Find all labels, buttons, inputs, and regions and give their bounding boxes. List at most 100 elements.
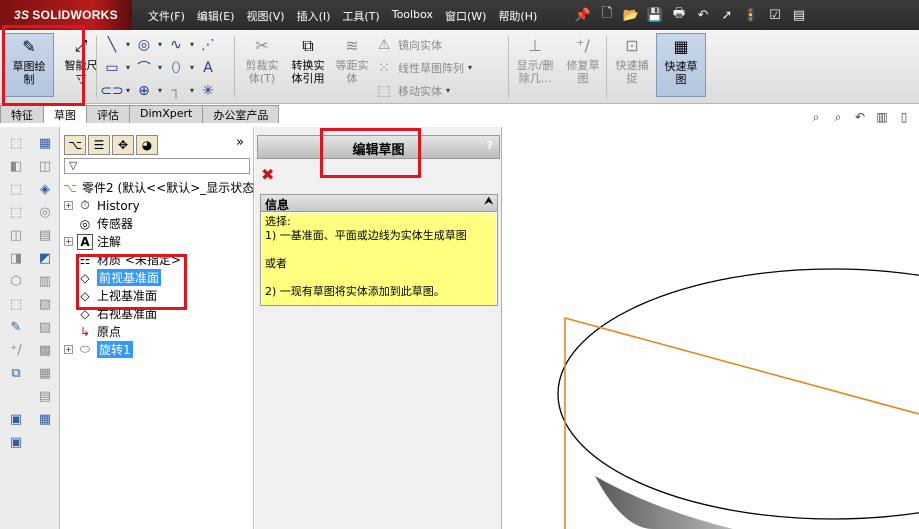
tree-item-material[interactable]: ☷ 材质 <未指定> [77, 251, 181, 268]
weld-icon[interactable]: ▦ [34, 363, 56, 383]
grid-table-icon[interactable]: ▦ [34, 409, 56, 429]
menu-tools[interactable]: 工具(T) [336, 0, 385, 30]
fillet-icon[interactable]: ┐ [166, 81, 186, 101]
layer2-icon[interactable]: ▣ [5, 432, 27, 452]
view-icon[interactable]: ◫ [34, 156, 56, 176]
ellipse-icon[interactable]: ⬯ [166, 58, 186, 78]
relations-tool-icon[interactable]: ⧉ [5, 363, 27, 383]
offset-entities-button[interactable]: ≋ 等距实 体 [327, 33, 377, 97]
menu-toolbox[interactable]: Toolbox [386, 0, 439, 30]
table-icon[interactable]: ▦ [34, 133, 56, 153]
config-tab-icon[interactable]: ✥ [112, 135, 134, 155]
boundary-icon[interactable]: ◫ [5, 225, 27, 245]
options-icon[interactable]: ☑ [764, 4, 786, 26]
grid-icon[interactable]: ⋰ [198, 35, 218, 55]
previous-view-icon[interactable]: ↶ [851, 108, 869, 126]
section-icon[interactable]: ▥ [34, 271, 56, 291]
tree-item-origin[interactable]: ↳ 原点 [77, 323, 121, 340]
property-tab-icon[interactable]: ☰ [88, 135, 110, 155]
quick-snaps-button[interactable]: ⊡ 快速捕 捉 [607, 33, 657, 97]
arc-icon[interactable]: ⌒ [134, 58, 154, 78]
menu-insert[interactable]: 插入(I) [291, 0, 337, 30]
reference-icon[interactable]: ◩ [34, 248, 56, 268]
zoom-to-fit-icon[interactable]: ⌕ [807, 108, 825, 126]
loft-icon[interactable]: ⬚ [5, 202, 27, 222]
tab-evaluate[interactable]: 评估 [86, 105, 130, 123]
tree-item-front-plane[interactable]: ◇ 前视基准面 [77, 269, 162, 286]
zoom-area-icon[interactable]: ⌕ [829, 108, 847, 126]
print-icon[interactable]: 🖶 [668, 4, 690, 26]
cancel-icon[interactable]: ✖ [261, 165, 274, 184]
menu-window[interactable]: 窗口(W) [439, 0, 492, 30]
linear-pattern-button[interactable]: ⁙ 线性草图阵列 ▾ [374, 56, 472, 79]
line-icon[interactable]: ╲ [102, 35, 122, 55]
surface-icon[interactable]: ▤ [34, 386, 56, 406]
rectangle-icon[interactable]: ▭ [102, 58, 122, 78]
expand-icon[interactable]: + [64, 237, 73, 246]
tree-item-sensors[interactable]: ◎ 传感器 [77, 215, 133, 232]
tree-item-history[interactable]: + ⏱ History [64, 197, 140, 214]
polygon-icon[interactable]: ⊕ [134, 81, 154, 101]
sheetmetal-icon[interactable]: ▩ [34, 340, 56, 360]
pin-icon[interactable]: 📌 [572, 4, 594, 26]
slot-icon[interactable]: ⊂⊃ [100, 81, 123, 101]
view-orientation-icon[interactable]: ▯ [895, 108, 913, 126]
text-icon[interactable]: A [198, 58, 218, 78]
mold-icon[interactable]: ▨ [34, 317, 56, 337]
layer-icon[interactable]: ▣ [5, 409, 27, 429]
convert-entities-button[interactable]: ⧉ 转换实 体引用 [283, 33, 333, 97]
info-header[interactable]: 信息 ⮝ [261, 195, 497, 212]
tree-item-top-plane[interactable]: ◇ 上视基准面 [77, 287, 157, 304]
scene-icon[interactable]: ◎ [34, 202, 56, 222]
circle-icon[interactable]: ◎ [134, 35, 154, 55]
display-delete-relations-button[interactable]: ⊥ 显示/删 除几... [510, 33, 560, 97]
trim-entities-button[interactable]: ✂ 剪裁实 体(T) [237, 33, 287, 97]
help-icon[interactable]: ? [487, 139, 493, 152]
sweep-icon[interactable]: ⬚ [5, 179, 27, 199]
move-entities-button[interactable]: ⬚ 移动实体 ▾ [374, 79, 472, 102]
revolve-icon[interactable]: ◧ [5, 156, 27, 176]
appearance-icon[interactable]: ◈ [34, 179, 56, 199]
open-icon[interactable]: 📂 [620, 4, 642, 26]
spline-icon[interactable]: ∿ [166, 35, 186, 55]
expand-icon[interactable]: + [64, 201, 73, 210]
tree-item-right-plane[interactable]: ◇ 右视基准面 [77, 305, 157, 322]
extrude-icon[interactable]: ⬚ [5, 133, 27, 153]
tab-dimxpert[interactable]: DimXpert [129, 105, 204, 123]
dimension-tool-icon[interactable]: ⁺∕ [5, 340, 27, 360]
section-view-icon[interactable]: ▥ [873, 108, 891, 126]
rapid-sketch-button[interactable]: ▦ 快速草 图 [656, 33, 706, 97]
save-icon[interactable]: 💾 [644, 4, 666, 26]
tree-item-annotations[interactable]: + A 注解 [64, 233, 121, 250]
point-icon[interactable]: ✳ [198, 81, 218, 101]
tree-filter-input[interactable]: ▽ [64, 158, 250, 174]
menu-view[interactable]: 视图(V) [240, 0, 290, 30]
undo-icon[interactable]: ↶ [692, 4, 714, 26]
collapse-icon[interactable]: ⮝ [485, 196, 494, 207]
tab-features[interactable]: 特征 [0, 105, 44, 123]
curves-icon[interactable]: ▤ [34, 225, 56, 245]
shell-icon[interactable]: ⬡ [5, 271, 27, 291]
new-file-icon[interactable]: 🗋 [596, 4, 618, 26]
fillet-feature-icon[interactable]: ⬚ [5, 294, 27, 314]
feature-tree-tab-icon[interactable]: ⌥ [64, 135, 86, 155]
select-icon[interactable]: ➚ [716, 4, 738, 26]
menu-help[interactable]: 帮助(H) [492, 0, 543, 30]
cut-icon[interactable]: ◨ [5, 248, 27, 268]
repair-sketch-button[interactable]: ⁺∕ 修复草 图 [558, 33, 608, 97]
menu-edit[interactable]: 编辑(E) [191, 0, 241, 30]
customize-icon[interactable]: ▤ [788, 4, 810, 26]
mirror-entities-button[interactable]: ⚠ 镜向实体 [374, 33, 472, 56]
tree-item-revolve1[interactable]: + ⬭ 旋转1 [64, 341, 133, 358]
tab-office-products[interactable]: 办公室产品 [202, 105, 280, 123]
graphics-area[interactable]: ⌕ ⌕ ↶ ▥ ▯ [503, 104, 919, 529]
sketch-tool-icon[interactable]: ✎ [5, 317, 27, 337]
revolved-body-edge[interactable] [557, 268, 919, 520]
sketch-button[interactable]: ✎ 草图绘 制 [4, 33, 54, 97]
menu-file[interactable]: 文件(F) [142, 0, 191, 30]
display-tab-icon[interactable]: ◕ [136, 135, 158, 155]
smart-dimension-button[interactable]: ⤢ 智能尺 寸 [56, 33, 106, 97]
tree-root-part[interactable]: ⌥ 零件2 (默认<<默认>_显示状态 [62, 179, 254, 196]
tab-sketch[interactable]: 草图 [43, 105, 87, 123]
instant3d-icon[interactable]: ▧ [34, 294, 56, 314]
